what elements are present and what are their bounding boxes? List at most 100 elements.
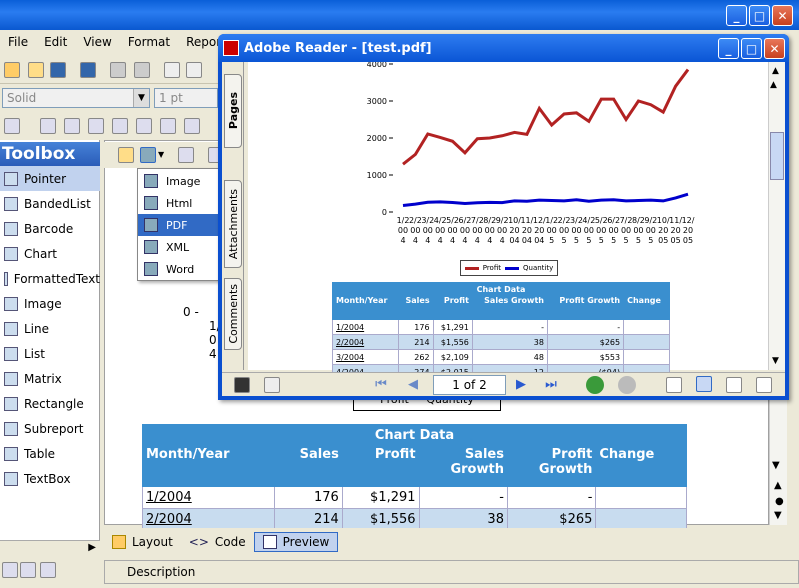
prev-page-icon[interactable]: ◀ <box>404 376 422 394</box>
x-tick-label: 12/ <box>533 216 546 225</box>
tab-code[interactable]: <> Code <box>181 533 254 551</box>
export-image-item[interactable]: Image <box>138 170 218 192</box>
reader-close-button[interactable]: ✕ <box>764 38 785 59</box>
export-word-item[interactable]: Word <box>138 258 218 280</box>
tab-preview[interactable]: Preview <box>253 532 339 552</box>
align-bottom-icon[interactable] <box>160 118 176 134</box>
report-explorer-icon[interactable] <box>2 562 18 578</box>
close-button[interactable]: ✕ <box>772 5 793 26</box>
maximize-button[interactable]: □ <box>749 5 770 26</box>
tool-subreport[interactable]: Subreport <box>0 416 100 441</box>
facing-pages-icon[interactable] <box>726 377 742 393</box>
tool-bandedlist[interactable]: BandedList <box>0 191 100 216</box>
save-as-icon[interactable] <box>80 62 96 78</box>
tool-image[interactable]: Image <box>0 291 100 316</box>
copy-page-icon[interactable] <box>178 147 194 163</box>
redo-icon[interactable] <box>134 62 150 78</box>
legend-quantity-swatch <box>505 266 519 270</box>
export-pdf-item[interactable]: PDF <box>138 214 218 236</box>
tool-chart[interactable]: Chart <box>0 241 100 266</box>
export-xml-item[interactable]: XML <box>138 236 218 258</box>
tool-table[interactable]: Table <box>0 441 100 466</box>
reader-minimize-button[interactable]: _ <box>718 38 739 59</box>
xml-file-icon <box>144 240 158 254</box>
line-style-select[interactable]: Solid ▼ <box>2 88 150 108</box>
tool-pointer[interactable]: Pointer <box>0 166 100 191</box>
menu-file[interactable]: File <box>0 35 36 49</box>
chevron-up-icon[interactable]: ▲ <box>772 66 779 76</box>
open-folder-icon[interactable] <box>118 147 134 163</box>
save-icon[interactable] <box>50 62 66 78</box>
pages-tab[interactable]: Pages <box>224 74 242 148</box>
same-size-icon[interactable] <box>184 118 200 134</box>
chevron-down-icon[interactable]: ▼ <box>158 150 164 159</box>
chevron-down-icon[interactable]: ▼ <box>772 460 780 471</box>
attachments-tab[interactable]: Attachments <box>224 180 242 268</box>
align-top-icon[interactable] <box>112 118 128 134</box>
copy-icon[interactable] <box>186 62 202 78</box>
tool-line[interactable]: Line <box>0 316 100 341</box>
menu-view[interactable]: View <box>75 35 119 49</box>
back-icon[interactable] <box>586 376 604 394</box>
chevron-down-icon[interactable]: ▼ <box>772 356 779 366</box>
tab-layout[interactable]: Layout <box>104 533 181 551</box>
x-tick-label: 4 <box>487 236 492 245</box>
open-icon[interactable] <box>28 62 44 78</box>
tool-textbox[interactable]: TextBox <box>0 466 100 491</box>
last-page-icon[interactable]: ⏭ <box>542 376 560 394</box>
minimize-button[interactable]: _ <box>726 5 747 26</box>
continuous-page-icon[interactable] <box>696 376 712 392</box>
next-page-icon[interactable]: ▼ <box>774 510 782 521</box>
first-page-icon[interactable]: ⏮ <box>372 376 390 394</box>
fields-icon[interactable] <box>20 562 36 578</box>
barcode-icon <box>4 221 18 236</box>
new-icon[interactable] <box>4 62 20 78</box>
chevron-right-icon[interactable]: ▶ <box>88 542 96 553</box>
toolbox-scrollbar[interactable]: ▶ <box>0 540 100 556</box>
continuous-facing-icon[interactable] <box>756 377 772 393</box>
line-width-select[interactable]: 1 pt <box>154 88 218 108</box>
reader-maximize-button[interactable]: □ <box>741 38 762 59</box>
undo-icon[interactable] <box>110 62 126 78</box>
export-html-item[interactable]: Html <box>138 192 218 214</box>
align-center-icon[interactable] <box>64 118 80 134</box>
comments-tab[interactable]: Comments <box>224 278 242 350</box>
align-middle-icon[interactable] <box>136 118 152 134</box>
tool-label: Pointer <box>24 171 67 186</box>
export-icon[interactable] <box>140 147 156 163</box>
x-tick-label: 4/2 <box>582 216 595 225</box>
tool-rectangle[interactable]: Rectangle <box>0 391 100 416</box>
cut-icon[interactable] <box>164 62 180 78</box>
align-icon[interactable] <box>4 118 20 134</box>
code-icon: <> <box>188 535 209 549</box>
forward-icon[interactable] <box>618 376 636 394</box>
legend-profit: Profit <box>482 264 501 272</box>
chevron-up-icon[interactable]: ▲ <box>770 80 777 90</box>
menu-edit[interactable]: Edit <box>36 35 75 49</box>
x-tick-label: 05 <box>658 236 668 245</box>
tool-formattedtext[interactable]: FormattedText <box>0 266 100 291</box>
x-tick-label: 00 <box>460 226 470 235</box>
tool-label: Table <box>24 446 56 461</box>
properties-icon[interactable] <box>40 562 56 578</box>
align-right-icon[interactable] <box>88 118 104 134</box>
page-indicator[interactable]: 1 of 2 <box>433 375 506 395</box>
reader-scrollbar[interactable]: ▲ ▲ ▼ <box>768 62 785 370</box>
col-profit: Profit <box>341 446 420 487</box>
tool-list[interactable]: List <box>0 341 100 366</box>
align-left-icon[interactable] <box>40 118 56 134</box>
minimize-page-icon[interactable] <box>264 377 280 393</box>
single-page-icon[interactable] <box>666 377 682 393</box>
tool-matrix[interactable]: Matrix <box>0 366 100 391</box>
main-title-bar: _ □ ✕ <box>0 0 799 30</box>
html-file-icon <box>144 196 158 210</box>
tool-barcode[interactable]: Barcode <box>0 216 100 241</box>
next-page-icon[interactable]: ▶ <box>512 376 530 394</box>
monitor-icon[interactable] <box>234 377 250 393</box>
scroll-thumb[interactable] <box>770 132 784 180</box>
menu-format[interactable]: Format <box>120 35 178 49</box>
pdf-col-profit: Profit <box>432 295 473 320</box>
prev-page-icon[interactable]: ▲ <box>774 480 782 491</box>
dot-icon[interactable]: ● <box>775 496 784 507</box>
standard-toolbar <box>0 56 220 84</box>
